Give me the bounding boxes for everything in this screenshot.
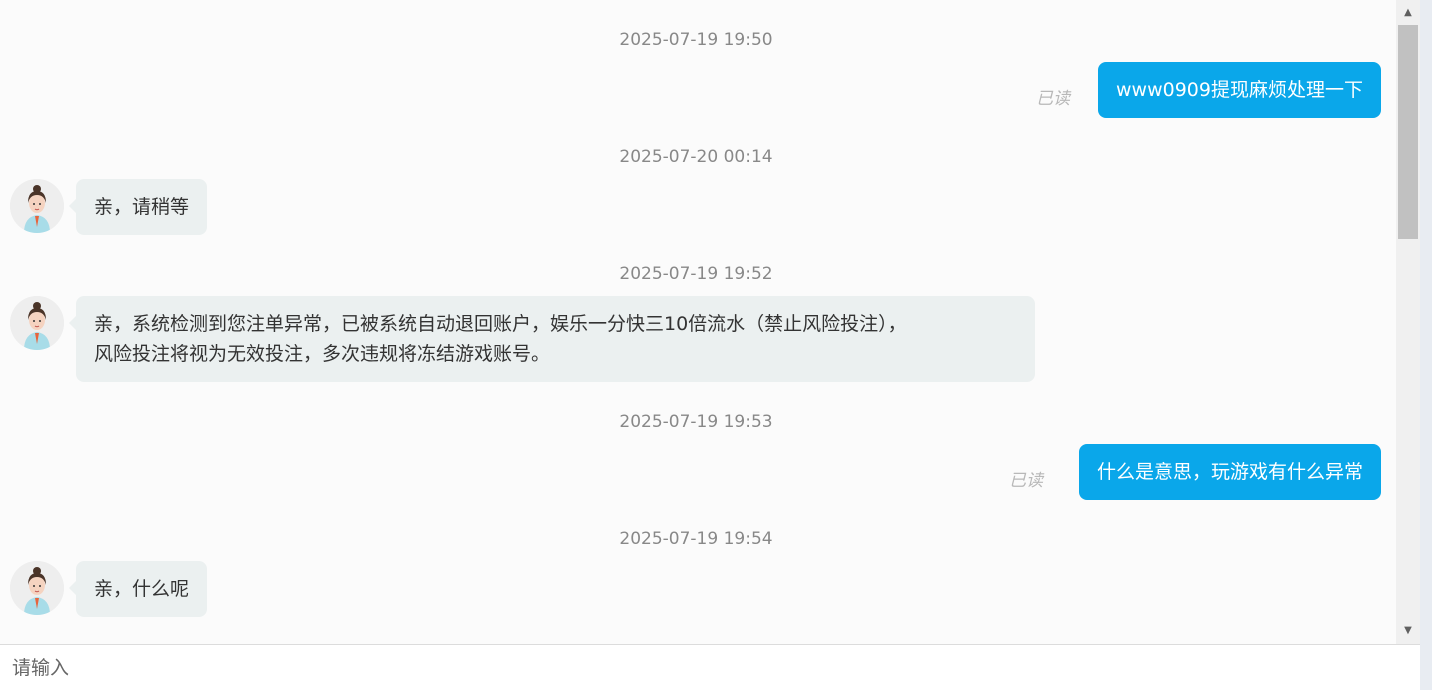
message-line: 亲，系统检测到您注单异常，已被系统自动退回账户，娱乐一分快三10倍流水（禁止风险…	[94, 313, 907, 335]
agent-message-bubble: 亲，什么呢	[68, 561, 208, 617]
read-status: 已读	[1009, 471, 1043, 491]
message-row-agent: 亲，什么呢	[0, 561, 1396, 617]
message-row-agent: 亲，请稍等	[0, 179, 1396, 235]
window-edge	[1420, 0, 1432, 690]
message-input[interactable]	[0, 645, 1420, 690]
chat-message-list[interactable]: 2025-07-19 19:50 已读 www0909提现麻烦处理一下 2025…	[0, 0, 1396, 644]
message-timestamp: 2025-07-20 00:14	[619, 147, 773, 167]
message-input-bar	[0, 644, 1420, 690]
message-line: 风险投注将视为无效投注，多次违规将冻结游戏账号。	[94, 343, 551, 365]
message-row-user: 已读 什么是意思，玩游戏有什么异常	[0, 444, 1396, 500]
scroll-thumb[interactable]	[1398, 25, 1418, 239]
scroll-up-arrow-icon[interactable]: ▲	[1396, 0, 1420, 24]
agent-avatar-icon	[10, 296, 64, 350]
message-timestamp: 2025-07-19 19:50	[619, 30, 773, 50]
agent-message-bubble: 亲，请稍等	[68, 179, 208, 235]
message-row-agent: 亲，系统检测到您注单异常，已被系统自动退回账户，娱乐一分快三10倍流水（禁止风险…	[0, 296, 1396, 384]
message-timestamp: 2025-07-19 19:52	[619, 264, 773, 284]
agent-message-bubble: 亲，系统检测到您注单异常，已被系统自动退回账户，娱乐一分快三10倍流水（禁止风险…	[69, 296, 1035, 382]
user-message-bubble: www0909提现麻烦处理一下	[1098, 62, 1381, 118]
agent-avatar-icon	[10, 179, 64, 233]
agent-avatar-icon	[10, 561, 64, 615]
read-status: 已读	[1036, 89, 1070, 109]
message-row-user: 已读 www0909提现麻烦处理一下	[0, 62, 1396, 118]
message-timestamp: 2025-07-19 19:53	[619, 412, 773, 432]
scroll-down-arrow-icon[interactable]: ▼	[1396, 618, 1420, 642]
user-message-bubble: 什么是意思，玩游戏有什么异常	[1078, 444, 1381, 500]
chat-scrollbar[interactable]: ▲ ▼	[1396, 0, 1420, 644]
message-timestamp: 2025-07-19 19:54	[619, 529, 773, 549]
